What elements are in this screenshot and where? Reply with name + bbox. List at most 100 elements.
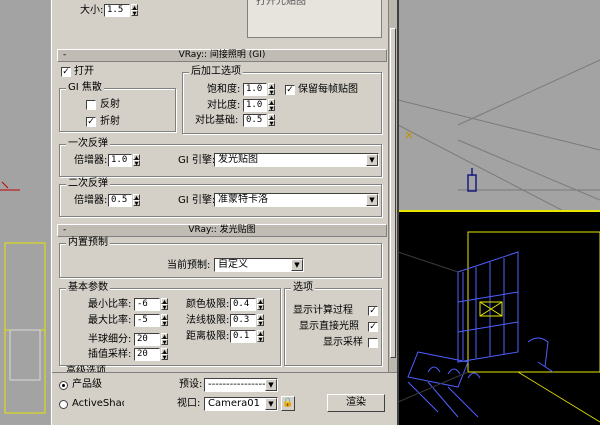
viewport-right[interactable] bbox=[398, 0, 600, 425]
preset-dropdown[interactable]: ---------------- ▼ bbox=[204, 378, 278, 392]
gi-rollout-header[interactable]: - VRay:: 间接照明 (GI) bbox=[57, 49, 387, 62]
saturation-spinner[interactable]: 1.0 ▲ ▼ bbox=[243, 83, 275, 96]
primary-engine-dropdown[interactable]: 发光贴图 ▼ bbox=[214, 153, 379, 167]
chevron-down-icon[interactable]: ▼ bbox=[291, 259, 303, 271]
current-preset-value: 自定义 bbox=[218, 259, 248, 270]
current-preset-dropdown[interactable]: 自定义 ▼ bbox=[214, 258, 304, 272]
saturation-arrows[interactable]: ▲ ▼ bbox=[268, 83, 275, 96]
hsph-subdivs-label: 半球细分: bbox=[88, 334, 132, 345]
irradiance-rollout-title: VRay:: 发光贴图 bbox=[188, 225, 256, 235]
post-processing-group: 后加工选项 饱和度: 1.0 ▲ ▼ ✓ 保留每帧贴图 对比度: 1.0 ▲ ▼ 对… bbox=[182, 66, 382, 134]
top-preview-panel: 打开光贴图 bbox=[247, 0, 382, 38]
render-bottom-bar: 产品级 ActiveShade 预设: ---------------- ▼ 视… bbox=[52, 372, 397, 425]
size-field[interactable]: 1.5 bbox=[104, 4, 130, 17]
contrast-base-spinner[interactable]: 0.5 ▲ ▼ bbox=[243, 114, 275, 127]
clr-thresh-arrows[interactable]: ▲ ▼ bbox=[257, 298, 264, 311]
hsph-subdivs-arrows[interactable]: ▲ ▼ bbox=[161, 333, 168, 346]
contrast-base-field[interactable]: 0.5 bbox=[243, 114, 267, 127]
rollout-scrollbar[interactable] bbox=[388, 0, 397, 372]
size-spinner[interactable]: 1.5 ▲ ▼ bbox=[104, 4, 138, 17]
min-rate-label: 最小比率: bbox=[88, 299, 132, 310]
contrast-field[interactable]: 1.0 bbox=[243, 99, 267, 112]
max-rate-arrows[interactable]: ▲ ▼ bbox=[161, 314, 168, 327]
refractive-caustics-checkbox[interactable]: ✓ bbox=[86, 117, 96, 127]
chevron-down-icon[interactable]: ▼ bbox=[366, 194, 378, 206]
dist-thresh-field[interactable]: 0.1 bbox=[230, 330, 256, 343]
render-viewport bbox=[398, 210, 600, 425]
production-radio[interactable] bbox=[59, 381, 68, 390]
save-maps-label: 保留每帧贴图 bbox=[298, 84, 358, 95]
primary-multiplier-arrows[interactable]: ▲ ▼ bbox=[133, 154, 140, 167]
options-title: 选项 bbox=[291, 282, 315, 294]
clr-thresh-spinner[interactable]: 0.4 ▲ ▼ bbox=[230, 298, 264, 311]
render-setup-dialog: 大小: 1.5 ▲ ▼ 打开光贴图 - VRay:: 间接照明 (GI) ✓ 打开… bbox=[51, 0, 399, 425]
primary-engine-label: GI 引擎: bbox=[178, 155, 216, 166]
gi-on-checkbox[interactable]: ✓ bbox=[61, 67, 71, 77]
reflective-caustics-label: 反射 bbox=[100, 99, 120, 110]
nrm-thresh-spinner[interactable]: 0.3 ▲ ▼ bbox=[230, 314, 264, 327]
chevron-down-icon[interactable]: ▼ bbox=[265, 398, 277, 410]
show-direct-label: 显示直接光照 bbox=[299, 321, 359, 332]
save-maps-checkbox[interactable]: ✓ bbox=[285, 85, 295, 95]
secondary-multiplier-arrows[interactable]: ▲ ▼ bbox=[133, 194, 140, 207]
secondary-multiplier-field[interactable]: 0.5 bbox=[108, 194, 132, 207]
irradiance-rollout-header[interactable]: - VRay:: 发光贴图 bbox=[57, 224, 387, 237]
max-rate-field[interactable]: -5 bbox=[134, 314, 160, 327]
show-samples-checkbox[interactable] bbox=[368, 338, 378, 348]
primary-multiplier-field[interactable]: 1.0 bbox=[108, 154, 132, 167]
activeshade-radio[interactable] bbox=[59, 400, 68, 409]
chevron-down-icon[interactable]: ▼ bbox=[366, 154, 378, 166]
max-rate-spinner[interactable]: -5 ▲ ▼ bbox=[134, 314, 168, 327]
nrm-thresh-field[interactable]: 0.3 bbox=[230, 314, 256, 327]
min-rate-spinner[interactable]: -6 ▲ ▼ bbox=[134, 298, 168, 311]
contrast-base-label: 对比基础: bbox=[195, 115, 239, 126]
show-direct-checkbox[interactable]: ✓ bbox=[368, 322, 378, 332]
viewport-dropdown[interactable]: Camera01 ▼ bbox=[204, 397, 278, 411]
contrast-base-arrows[interactable]: ▲ ▼ bbox=[268, 114, 275, 127]
show-calc-label: 显示计算过程 bbox=[293, 305, 353, 316]
basic-parameters-title: 基本参数 bbox=[66, 282, 110, 294]
interp-samples-field[interactable]: 20 bbox=[134, 348, 160, 361]
viewport-right-scene bbox=[398, 59, 600, 231]
current-preset-label: 当前预制: bbox=[167, 260, 211, 271]
lock-viewport-button[interactable]: 🔒 bbox=[281, 396, 295, 411]
preset-value: ---------------- bbox=[208, 379, 266, 390]
scrollbar-thumb[interactable] bbox=[390, 28, 396, 358]
primary-multiplier-spinner[interactable]: 1.0 ▲ ▼ bbox=[108, 154, 140, 167]
collapse-icon: - bbox=[63, 225, 67, 235]
chevron-down-icon[interactable]: ▼ bbox=[265, 379, 277, 391]
contrast-arrows[interactable]: ▲ ▼ bbox=[268, 99, 275, 112]
render-wireframe bbox=[398, 231, 600, 423]
secondary-bounces-title: 二次反弹 bbox=[66, 178, 110, 190]
viewport-left-scene bbox=[0, 181, 46, 414]
refractive-caustics-label: 折射 bbox=[100, 116, 120, 127]
clr-thresh-label: 颜色极限: bbox=[186, 299, 230, 310]
nrm-thresh-arrows[interactable]: ▲ ▼ bbox=[257, 314, 264, 327]
contrast-label: 对比度: bbox=[207, 100, 241, 111]
dist-thresh-arrows[interactable]: ▲ ▼ bbox=[257, 330, 264, 343]
built-in-presets-group: 内置预制 当前预制: 自定义 ▼ bbox=[59, 237, 382, 278]
gi-on-label: 打开 bbox=[74, 66, 94, 77]
min-rate-field[interactable]: -6 bbox=[134, 298, 160, 311]
clr-thresh-field[interactable]: 0.4 bbox=[230, 298, 256, 311]
interp-samples-arrows[interactable]: ▲ ▼ bbox=[161, 348, 168, 361]
hsph-subdivs-spinner[interactable]: 20 ▲ ▼ bbox=[134, 333, 168, 346]
post-processing-title: 后加工选项 bbox=[189, 66, 243, 78]
dist-thresh-spinner[interactable]: 0.1 ▲ ▼ bbox=[230, 330, 264, 343]
hsph-subdivs-field[interactable]: 20 bbox=[134, 333, 160, 346]
contrast-spinner[interactable]: 1.0 ▲ ▼ bbox=[243, 99, 275, 112]
min-rate-arrows[interactable]: ▲ ▼ bbox=[161, 298, 168, 311]
interp-samples-spinner[interactable]: 20 ▲ ▼ bbox=[134, 348, 168, 361]
secondary-engine-dropdown[interactable]: 准蒙特卡洛 ▼ bbox=[214, 193, 379, 207]
saturation-field[interactable]: 1.0 bbox=[243, 83, 267, 96]
basic-parameters-group: 基本参数 最小比率: -6 ▲ ▼ 最大比率: -5 ▲ ▼ 半球细分: 20 ▲ ▼… bbox=[59, 282, 281, 366]
size-arrows[interactable]: ▲ ▼ bbox=[131, 4, 138, 17]
viewport-left[interactable] bbox=[0, 0, 50, 425]
built-in-presets-title: 内置预制 bbox=[66, 237, 110, 249]
reflective-caustics-checkbox[interactable] bbox=[86, 100, 96, 110]
render-button[interactable]: 渲染 bbox=[327, 394, 385, 412]
show-calc-checkbox[interactable]: ✓ bbox=[368, 306, 378, 316]
primary-bounces-group: 一次反弹 倍增器: 1.0 ▲ ▼ GI 引擎: 发光贴图 ▼ bbox=[59, 138, 382, 177]
secondary-multiplier-spinner[interactable]: 0.5 ▲ ▼ bbox=[108, 194, 140, 207]
viewport-label: 视口: bbox=[177, 398, 201, 409]
